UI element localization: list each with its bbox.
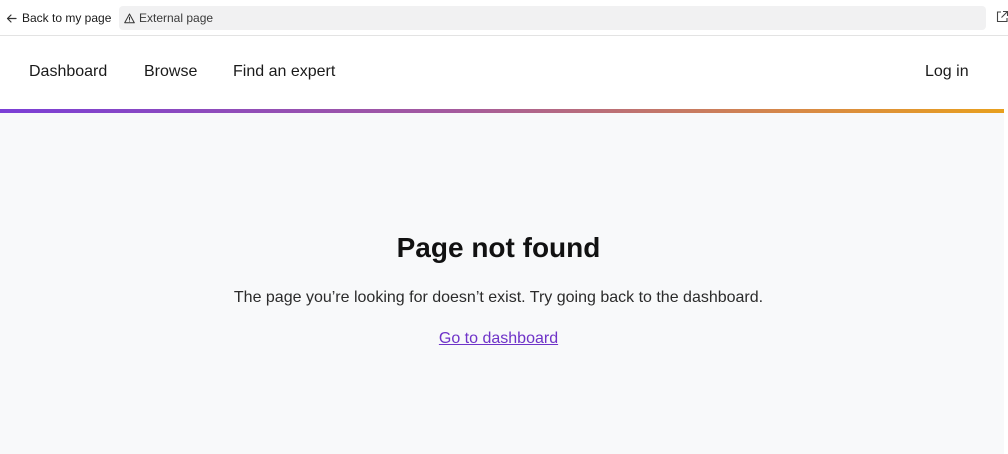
nav-item-browse[interactable]: Browse — [144, 62, 197, 82]
nav-item-dashboard[interactable]: Dashboard — [29, 62, 107, 82]
back-to-my-page-button[interactable]: Back to my page — [6, 9, 111, 27]
not-found-message: The page you’re looking for doesn’t exis… — [233, 289, 764, 306]
not-found-content: Page not found The page you’re looking f… — [0, 113, 1004, 454]
open-external-icon[interactable] — [995, 10, 1008, 26]
nav-item-find-an-expert[interactable]: Find an expert — [233, 62, 335, 82]
arrow-left-icon — [6, 13, 17, 24]
right-edge-strip — [1004, 36, 1008, 454]
external-page-url-bar: External page — [119, 6, 986, 30]
go-to-dashboard-link[interactable]: Go to dashboard — [439, 330, 558, 347]
page-title: Page not found — [396, 232, 601, 263]
external-page-label: External page — [139, 11, 214, 25]
warning-triangle-icon — [124, 13, 135, 24]
site-navigation: Dashboard Browse Find an expert Log in — [0, 36, 1004, 109]
external-preview-bar: Back to my page External page — [0, 0, 1008, 36]
login-button[interactable]: Log in — [925, 62, 969, 82]
dashboard-link-container: Go to dashboard — [0, 329, 997, 349]
back-label: Back to my page — [22, 11, 112, 25]
